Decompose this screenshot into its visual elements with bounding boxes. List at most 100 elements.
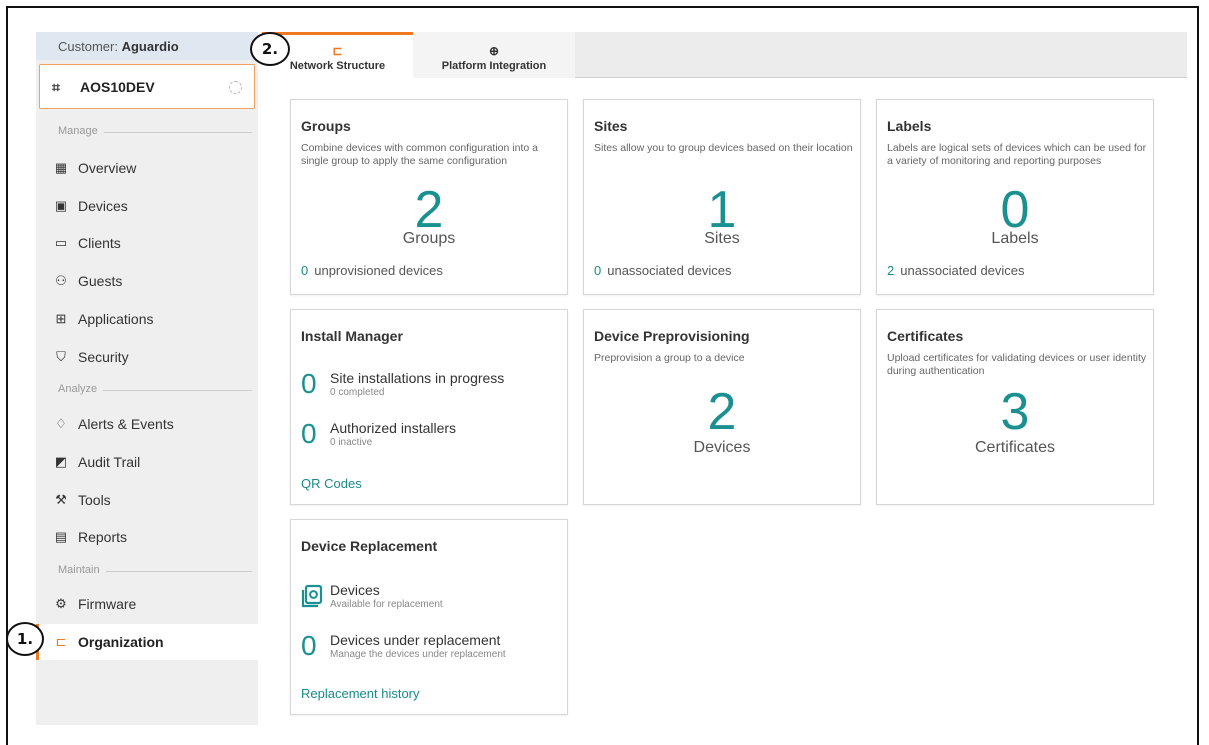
guests-icon: ⚇ [55, 273, 67, 288]
card-title: Certificates [887, 328, 964, 344]
site-count[interactable]: 1 [584, 184, 860, 236]
card-certificates[interactable]: Certificates Upload certificates for val… [876, 309, 1154, 505]
callout-2: 2. [250, 32, 290, 66]
under-replacement-count: 0 [301, 630, 317, 661]
card-labels[interactable]: Labels Labels are logical sets of device… [876, 99, 1154, 295]
tab-label: Network Structure [289, 60, 386, 72]
authorized-installers-count: 0 [301, 418, 317, 449]
sidebar-item-label: Security [78, 349, 129, 365]
sidebar-item-label: Alerts & Events [78, 416, 174, 432]
sidebar-item-audit[interactable]: ◩ Audit Trail [36, 444, 258, 480]
section-manage: Manage [42, 125, 252, 139]
site-installations-sub: 0 completed [330, 387, 385, 398]
sidebar-item-tools[interactable]: ⚒ Tools [36, 482, 258, 518]
applications-icon: ⊞ [55, 311, 67, 326]
label-count-label: Labels [991, 230, 1039, 247]
card-description: Labels are logical sets of devices which… [887, 142, 1147, 167]
sidebar-item-label: Overview [78, 160, 137, 176]
sidebar-item-label: Devices [78, 198, 128, 214]
preprov-count[interactable]: 2 [584, 386, 860, 438]
card-title: Install Manager [301, 328, 403, 344]
sidebar-item-guests[interactable]: ⚇ Guests [36, 263, 258, 299]
certificate-count-label: Certificates [974, 439, 1056, 456]
sidebar-item-label: Firmware [78, 596, 137, 612]
devices-icon: ▣ [54, 198, 68, 213]
sidebar-item-alerts[interactable]: ♢ Alerts & Events [36, 406, 258, 442]
authorized-installers-title: Authorized installers [330, 420, 457, 436]
globe-icon: ⊕ [488, 44, 500, 58]
customer-prefix: Customer: [58, 39, 122, 54]
card-title: Device Replacement [301, 538, 438, 554]
loading-icon [229, 81, 242, 94]
sidebar-item-firmware[interactable]: ⚙ Firmware [36, 586, 258, 622]
sidebar-item-organization[interactable]: ⊏ Organization [36, 624, 258, 660]
authorized-installers-sub: 0 inactive [330, 437, 373, 448]
devices-icon [301, 584, 323, 608]
sidebar-item-label: Applications [78, 311, 154, 327]
group-count-label: Groups [402, 230, 456, 247]
card-groups[interactable]: Groups Combine devices with common confi… [290, 99, 568, 295]
sidebar-item-reports[interactable]: ▤ Reports [36, 519, 258, 555]
sidebar-item-label: Organization [78, 634, 164, 650]
site-installations-title: Site installations in progress [330, 370, 505, 386]
customer-bar[interactable]: Customer: Aguardio [36, 32, 258, 60]
clients-icon: ▭ [54, 235, 68, 250]
audit-icon: ◩ [54, 454, 68, 469]
sidebar-item-devices[interactable]: ▣ Devices [36, 188, 258, 224]
wrench-icon: ⚒ [55, 492, 67, 507]
unassociated-devices[interactable]: 2 unassociated devices [887, 263, 1025, 278]
sidebar-item-overview[interactable]: ▦ Overview [36, 150, 258, 186]
unprovisioned-devices[interactable]: 0 unprovisioned devices [301, 263, 443, 278]
tab-label: Platform Integration [441, 60, 547, 72]
bell-icon: ♢ [55, 416, 67, 431]
preprov-count-label: Devices [693, 439, 751, 456]
tab-bar: ⊏ Network Structure ⊕ Platform Integrati… [262, 32, 1187, 78]
reports-icon: ▤ [54, 529, 68, 544]
callout-1: 1. [6, 622, 44, 656]
card-title: Labels [887, 118, 932, 134]
card-install-manager[interactable]: Install Manager 0 Site installations in … [290, 309, 568, 505]
replacement-devices-sub: Available for replacement [330, 599, 443, 610]
card-title: Sites [594, 118, 628, 134]
sidebar: Customer: Aguardio ⌗ AOS10DEV Manage ▦ O… [36, 32, 258, 725]
card-device-replacement[interactable]: Device Replacement Devices Available for… [290, 519, 568, 715]
site-count-label: Sites [704, 230, 740, 247]
sidebar-item-label: Reports [78, 529, 128, 545]
replacement-history-link[interactable]: Replacement history [301, 686, 420, 701]
certificate-count[interactable]: 3 [877, 386, 1153, 438]
org-tree-icon: ⊏ [55, 634, 67, 649]
firmware-icon: ⚙ [55, 596, 67, 611]
card-title: Groups [301, 118, 351, 134]
label-count[interactable]: 0 [877, 184, 1153, 236]
sidebar-item-security[interactable]: ⛉ Security [36, 339, 258, 375]
sidebar-item-clients[interactable]: ▭ Clients [36, 225, 258, 261]
sidebar-item-label: Guests [78, 273, 123, 289]
customer-name: Aguardio [121, 39, 179, 54]
sidebar-item-label: Clients [78, 235, 121, 251]
replacement-devices-title: Devices [330, 582, 380, 598]
site-installations-count: 0 [301, 368, 317, 399]
under-replacement-title: Devices under replacement [330, 632, 501, 648]
qr-codes-link[interactable]: QR Codes [301, 476, 362, 491]
network-group-icon: ⌗ [52, 79, 60, 95]
shield-icon: ⛉ [56, 349, 66, 364]
sidebar-item-label: Tools [78, 492, 111, 508]
card-description: Preprovision a group to a device [594, 352, 745, 364]
card-description: Sites allow you to group devices based o… [594, 142, 853, 154]
card-description: Combine devices with common configuratio… [301, 142, 538, 167]
card-sites[interactable]: Sites Sites allow you to group devices b… [583, 99, 861, 295]
group-name: AOS10DEV [80, 79, 155, 95]
card-title: Device Preprovisioning [594, 328, 750, 344]
section-maintain: Maintain [42, 564, 252, 578]
under-replacement-sub: Manage the devices under replacement [330, 649, 506, 660]
unassociated-devices[interactable]: 0 unassociated devices [594, 263, 732, 278]
sidebar-item-applications[interactable]: ⊞ Applications [36, 301, 258, 337]
tab-platform-integration[interactable]: ⊕ Platform Integration [413, 32, 575, 78]
sidebar-item-label: Audit Trail [78, 454, 141, 470]
card-device-preprovisioning[interactable]: Device Preprovisioning Preprovision a gr… [583, 309, 861, 505]
group-selector[interactable]: ⌗ AOS10DEV [39, 64, 255, 109]
overview-icon: ▦ [54, 160, 68, 175]
group-count[interactable]: 2 [291, 184, 567, 236]
section-analyze: Analyze [42, 383, 252, 397]
card-description: Upload certificates for validating devic… [887, 352, 1147, 377]
